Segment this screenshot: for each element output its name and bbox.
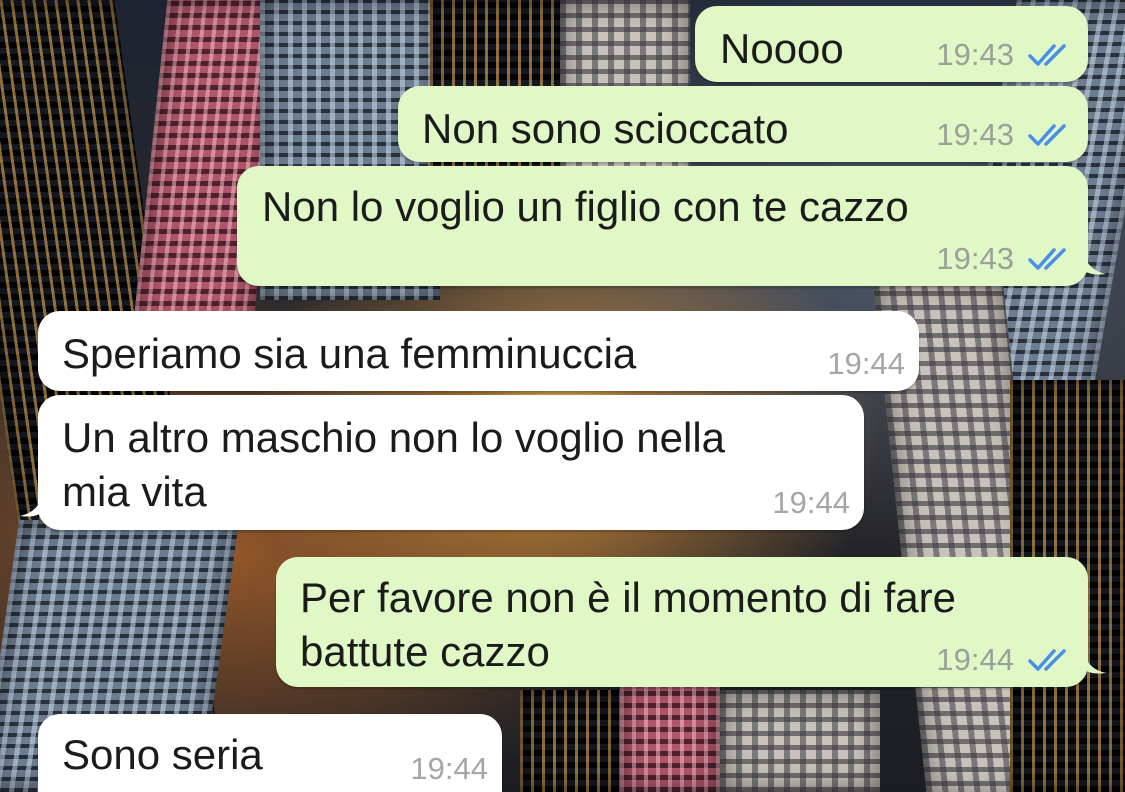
message-text: Noooo: [720, 25, 844, 72]
bubble-tail: [1084, 254, 1106, 275]
message-meta: 19:43: [936, 242, 1074, 276]
message-text: Non sono scioccato: [422, 105, 789, 152]
message-text: Sono seria: [62, 731, 263, 778]
message-text: Un altro maschio non lo voglio nella mia…: [62, 414, 726, 515]
message-time: 19:44: [772, 485, 850, 520]
bubble-tail: [20, 496, 42, 517]
outgoing-message[interactable]: Non lo voglio un figlio con te cazzo 19:…: [237, 166, 1106, 286]
message-list[interactable]: Noooo 19:43 Non sono scioccato 19:43 Non…: [0, 0, 1125, 792]
message-meta: 19:44: [410, 752, 488, 786]
message-time: 19:44: [936, 642, 1014, 677]
incoming-message[interactable]: Speriamo sia una femminuccia 19:44: [38, 311, 919, 391]
message-meta: 19:44: [827, 347, 905, 381]
message-text: Per favore non è il momento di fare batt…: [300, 574, 957, 675]
message-meta: 19:43: [936, 118, 1074, 152]
outgoing-message[interactable]: Per favore non è il momento di fare batt…: [276, 557, 1106, 687]
message-text: Speriamo sia una femminuccia: [62, 330, 637, 377]
outgoing-message[interactable]: Noooo 19:43: [695, 6, 1088, 82]
message-time: 19:43: [936, 241, 1014, 276]
message-meta: 19:44: [772, 486, 850, 520]
message-time: 19:43: [936, 37, 1014, 72]
double-check-read-icon: [1028, 248, 1066, 270]
incoming-message[interactable]: Un altro maschio non lo voglio nella mia…: [20, 395, 864, 530]
message-time: 19:43: [936, 117, 1014, 152]
double-check-read-icon: [1028, 124, 1066, 146]
message-text: Non lo voglio un figlio con te cazzo: [262, 183, 909, 230]
message-meta: 19:44: [936, 643, 1074, 677]
incoming-message[interactable]: Sono seria 19:44: [38, 714, 502, 792]
message-time: 19:44: [410, 751, 488, 786]
double-check-read-icon: [1028, 649, 1066, 671]
bubble-tail: [1084, 653, 1106, 674]
double-check-read-icon: [1028, 44, 1066, 66]
message-time: 19:44: [827, 346, 905, 381]
message-meta: 19:43: [936, 38, 1074, 72]
outgoing-message[interactable]: Non sono scioccato 19:43: [398, 86, 1088, 162]
